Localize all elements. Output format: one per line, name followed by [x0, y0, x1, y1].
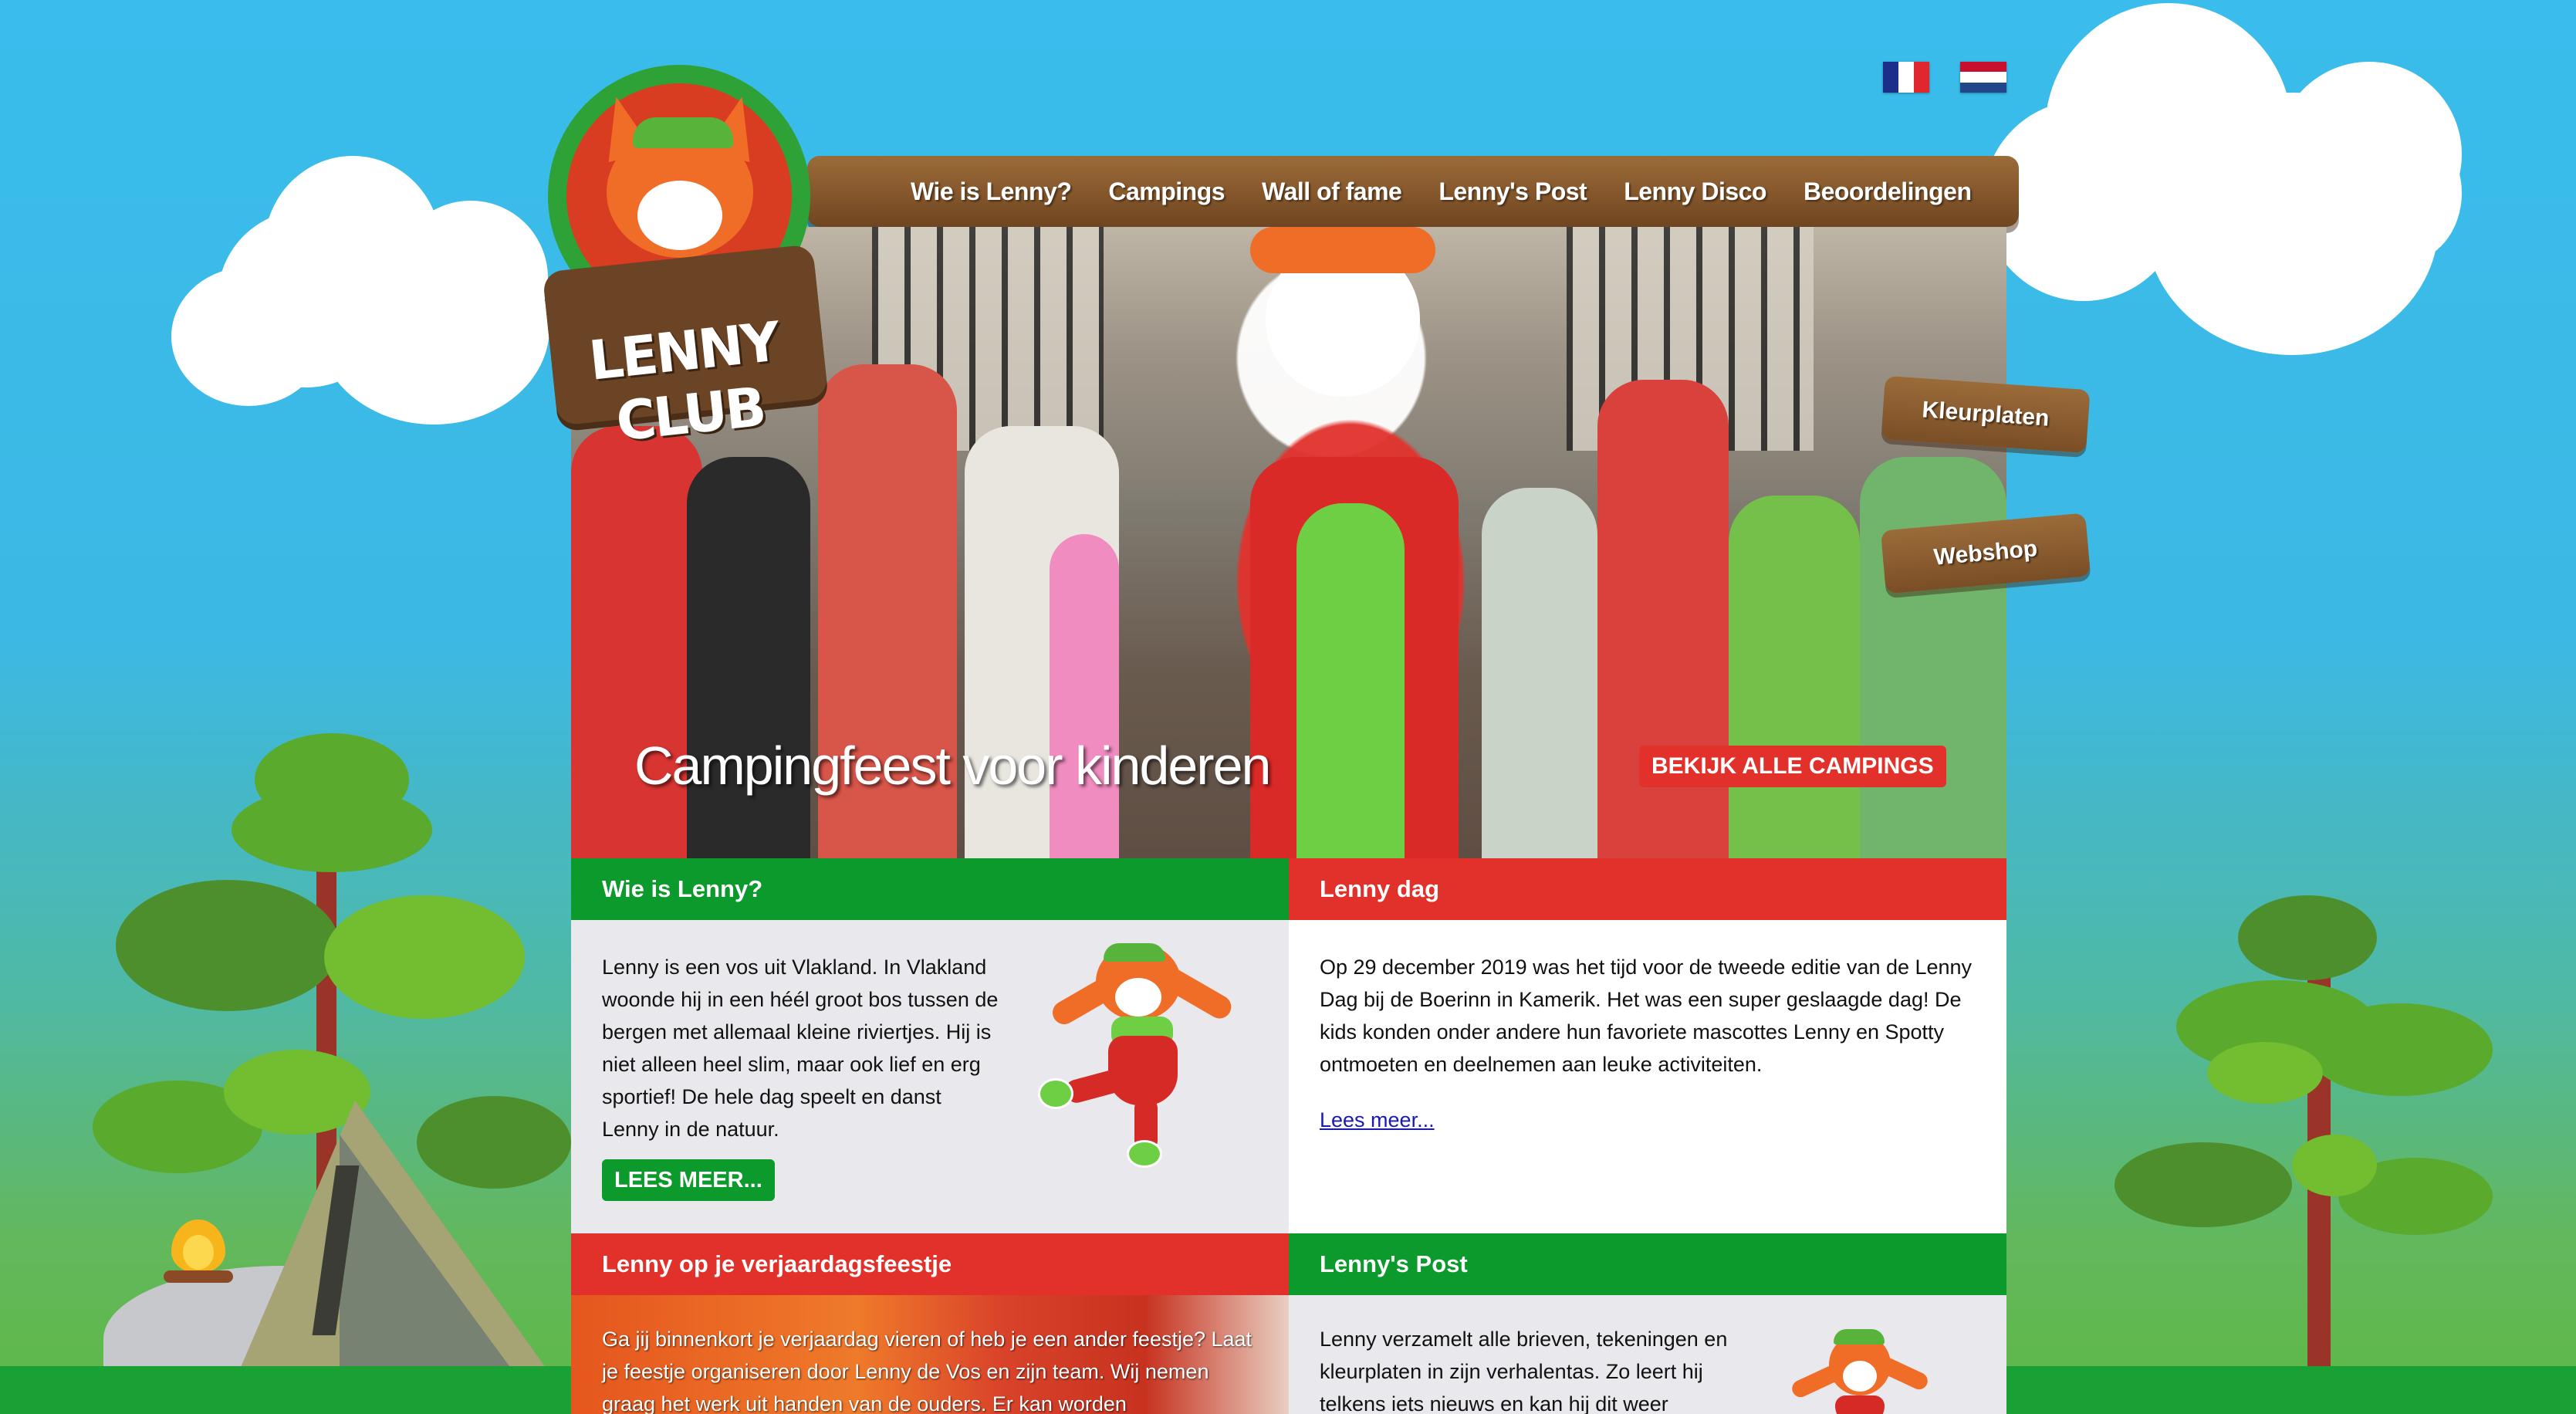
box-verjaardag-title: Lenny op je verjaardagsfeestje	[571, 1233, 1289, 1295]
tree-left-foliage	[324, 895, 525, 1019]
nav-item-lennys-post[interactable]: Lenny's Post	[1438, 178, 1587, 206]
fox-cap	[1834, 1329, 1885, 1345]
hero-photo-figure	[1482, 488, 1597, 858]
box-post-body: Lenny verzamelt alle brieven, tekeningen…	[1289, 1295, 2006, 1414]
fox-shoe	[1038, 1078, 1073, 1109]
box-dag-body: Op 29 december 2019 was het tijd voor de…	[1289, 920, 2006, 1167]
tree-left-foliage	[116, 880, 340, 1011]
tree-left-foliage	[232, 787, 432, 872]
hero-photo-figure	[1296, 503, 1405, 858]
fox-face	[1843, 1361, 1877, 1392]
flag-stripe	[1960, 62, 2006, 73]
hero-photo-figure	[1860, 457, 2006, 858]
lees-meer-button[interactable]: LEES MEER...	[602, 1159, 775, 1201]
tree-right-foliage	[2307, 1003, 2493, 1096]
hero-photo-figure	[1729, 496, 1860, 858]
lenny-post-mascot-icon	[1783, 1326, 1937, 1414]
hero-caption: Campingfeest voor kinderen	[634, 736, 1271, 796]
tent-shadow	[340, 1135, 509, 1366]
cloud-right-part	[2346, 123, 2462, 262]
nav-item-campings[interactable]: Campings	[1108, 178, 1225, 206]
lees-meer-link[interactable]: Lees meer...	[1320, 1108, 1435, 1132]
box-post-text: Lenny verzamelt alle brieven, tekeningen…	[1320, 1328, 1728, 1414]
fox-cap	[633, 117, 733, 148]
nav-item-wie-is-lenny[interactable]: Wie is Lenny?	[911, 178, 1072, 206]
fox-leg	[1063, 1067, 1129, 1105]
box-dag-link-wrap: Lees meer...	[1320, 1104, 1976, 1136]
nav-item-beoordelingen[interactable]: Beoordelingen	[1804, 178, 1972, 206]
campfire-icon	[164, 1204, 233, 1283]
tree-right-foliage	[2115, 1142, 2292, 1227]
box-verjaardag-body: Ga jij binnenkort je verjaardag vieren o…	[571, 1295, 1289, 1414]
nav-item-wall-of-fame[interactable]: Wall of fame	[1262, 178, 1402, 206]
tree-right-foliage	[2238, 895, 2377, 980]
box-wie-title: Wie is Lenny?	[571, 858, 1289, 920]
kleurplaten-label: Kleurplaten	[1921, 397, 2050, 431]
cloud-left-part	[394, 201, 548, 355]
box-wie-body: Lenny is een vos uit Vlakland. In Vlakla…	[571, 920, 1289, 1232]
fox-face	[1115, 978, 1161, 1017]
flag-france-icon[interactable]	[1883, 62, 1929, 93]
flag-stripe	[1960, 72, 2006, 83]
flag-netherlands-icon[interactable]	[1960, 62, 2006, 93]
box-lenny-dag: Lenny dag Op 29 december 2019 was het ti…	[1289, 858, 2006, 1233]
hero-mascot-ears	[1250, 227, 1435, 273]
box-wie-is-lenny: Wie is Lenny? Lenny is een vos uit Vlakl…	[571, 858, 1289, 1233]
logo-fox-icon	[591, 90, 769, 273]
fox-cap	[1104, 943, 1165, 962]
flag-stripe	[1914, 62, 1929, 93]
lenny-club-logo[interactable]: LENNY CLUB	[542, 65, 829, 454]
box-verjaardag: Lenny op je verjaardagsfeestje Ga jij bi…	[571, 1233, 1289, 1414]
box-dag-text: Op 29 december 2019 was het tijd voor de…	[1320, 956, 1973, 1076]
box-post-title: Lenny's Post	[1289, 1233, 2006, 1295]
main-nav: Wie is Lenny? Campings Wall of fame Lenn…	[911, 156, 1972, 227]
flag-stripe	[1898, 62, 1914, 93]
lenny-mascot-icon	[1034, 943, 1242, 1168]
box-verjaardag-text: Ga jij binnenkort je verjaardag vieren o…	[602, 1328, 1253, 1414]
hero-photo-figure	[687, 457, 810, 858]
nav-item-lenny-disco[interactable]: Lenny Disco	[1624, 178, 1766, 206]
flag-stripe	[1883, 62, 1898, 93]
view-all-campings-button[interactable]: BEKIJK ALLE CAMPINGS	[1639, 746, 1946, 787]
fox-shoe	[1127, 1140, 1162, 1168]
box-lennys-post: Lenny's Post Lenny verzamelt alle brieve…	[1289, 1233, 2006, 1414]
box-wie-text: Lenny is een vos uit Vlakland. In Vlakla…	[602, 956, 999, 1141]
hero-photo-figure	[1050, 534, 1119, 858]
fox-face	[637, 181, 722, 250]
box-dag-title: Lenny dag	[1289, 858, 2006, 920]
fox-overalls	[1835, 1395, 1885, 1414]
flag-stripe	[1960, 82, 2006, 93]
webshop-label: Webshop	[1932, 536, 2039, 570]
tree-right-foliage	[2292, 1135, 2377, 1196]
tree-right-foliage	[2207, 1042, 2323, 1104]
